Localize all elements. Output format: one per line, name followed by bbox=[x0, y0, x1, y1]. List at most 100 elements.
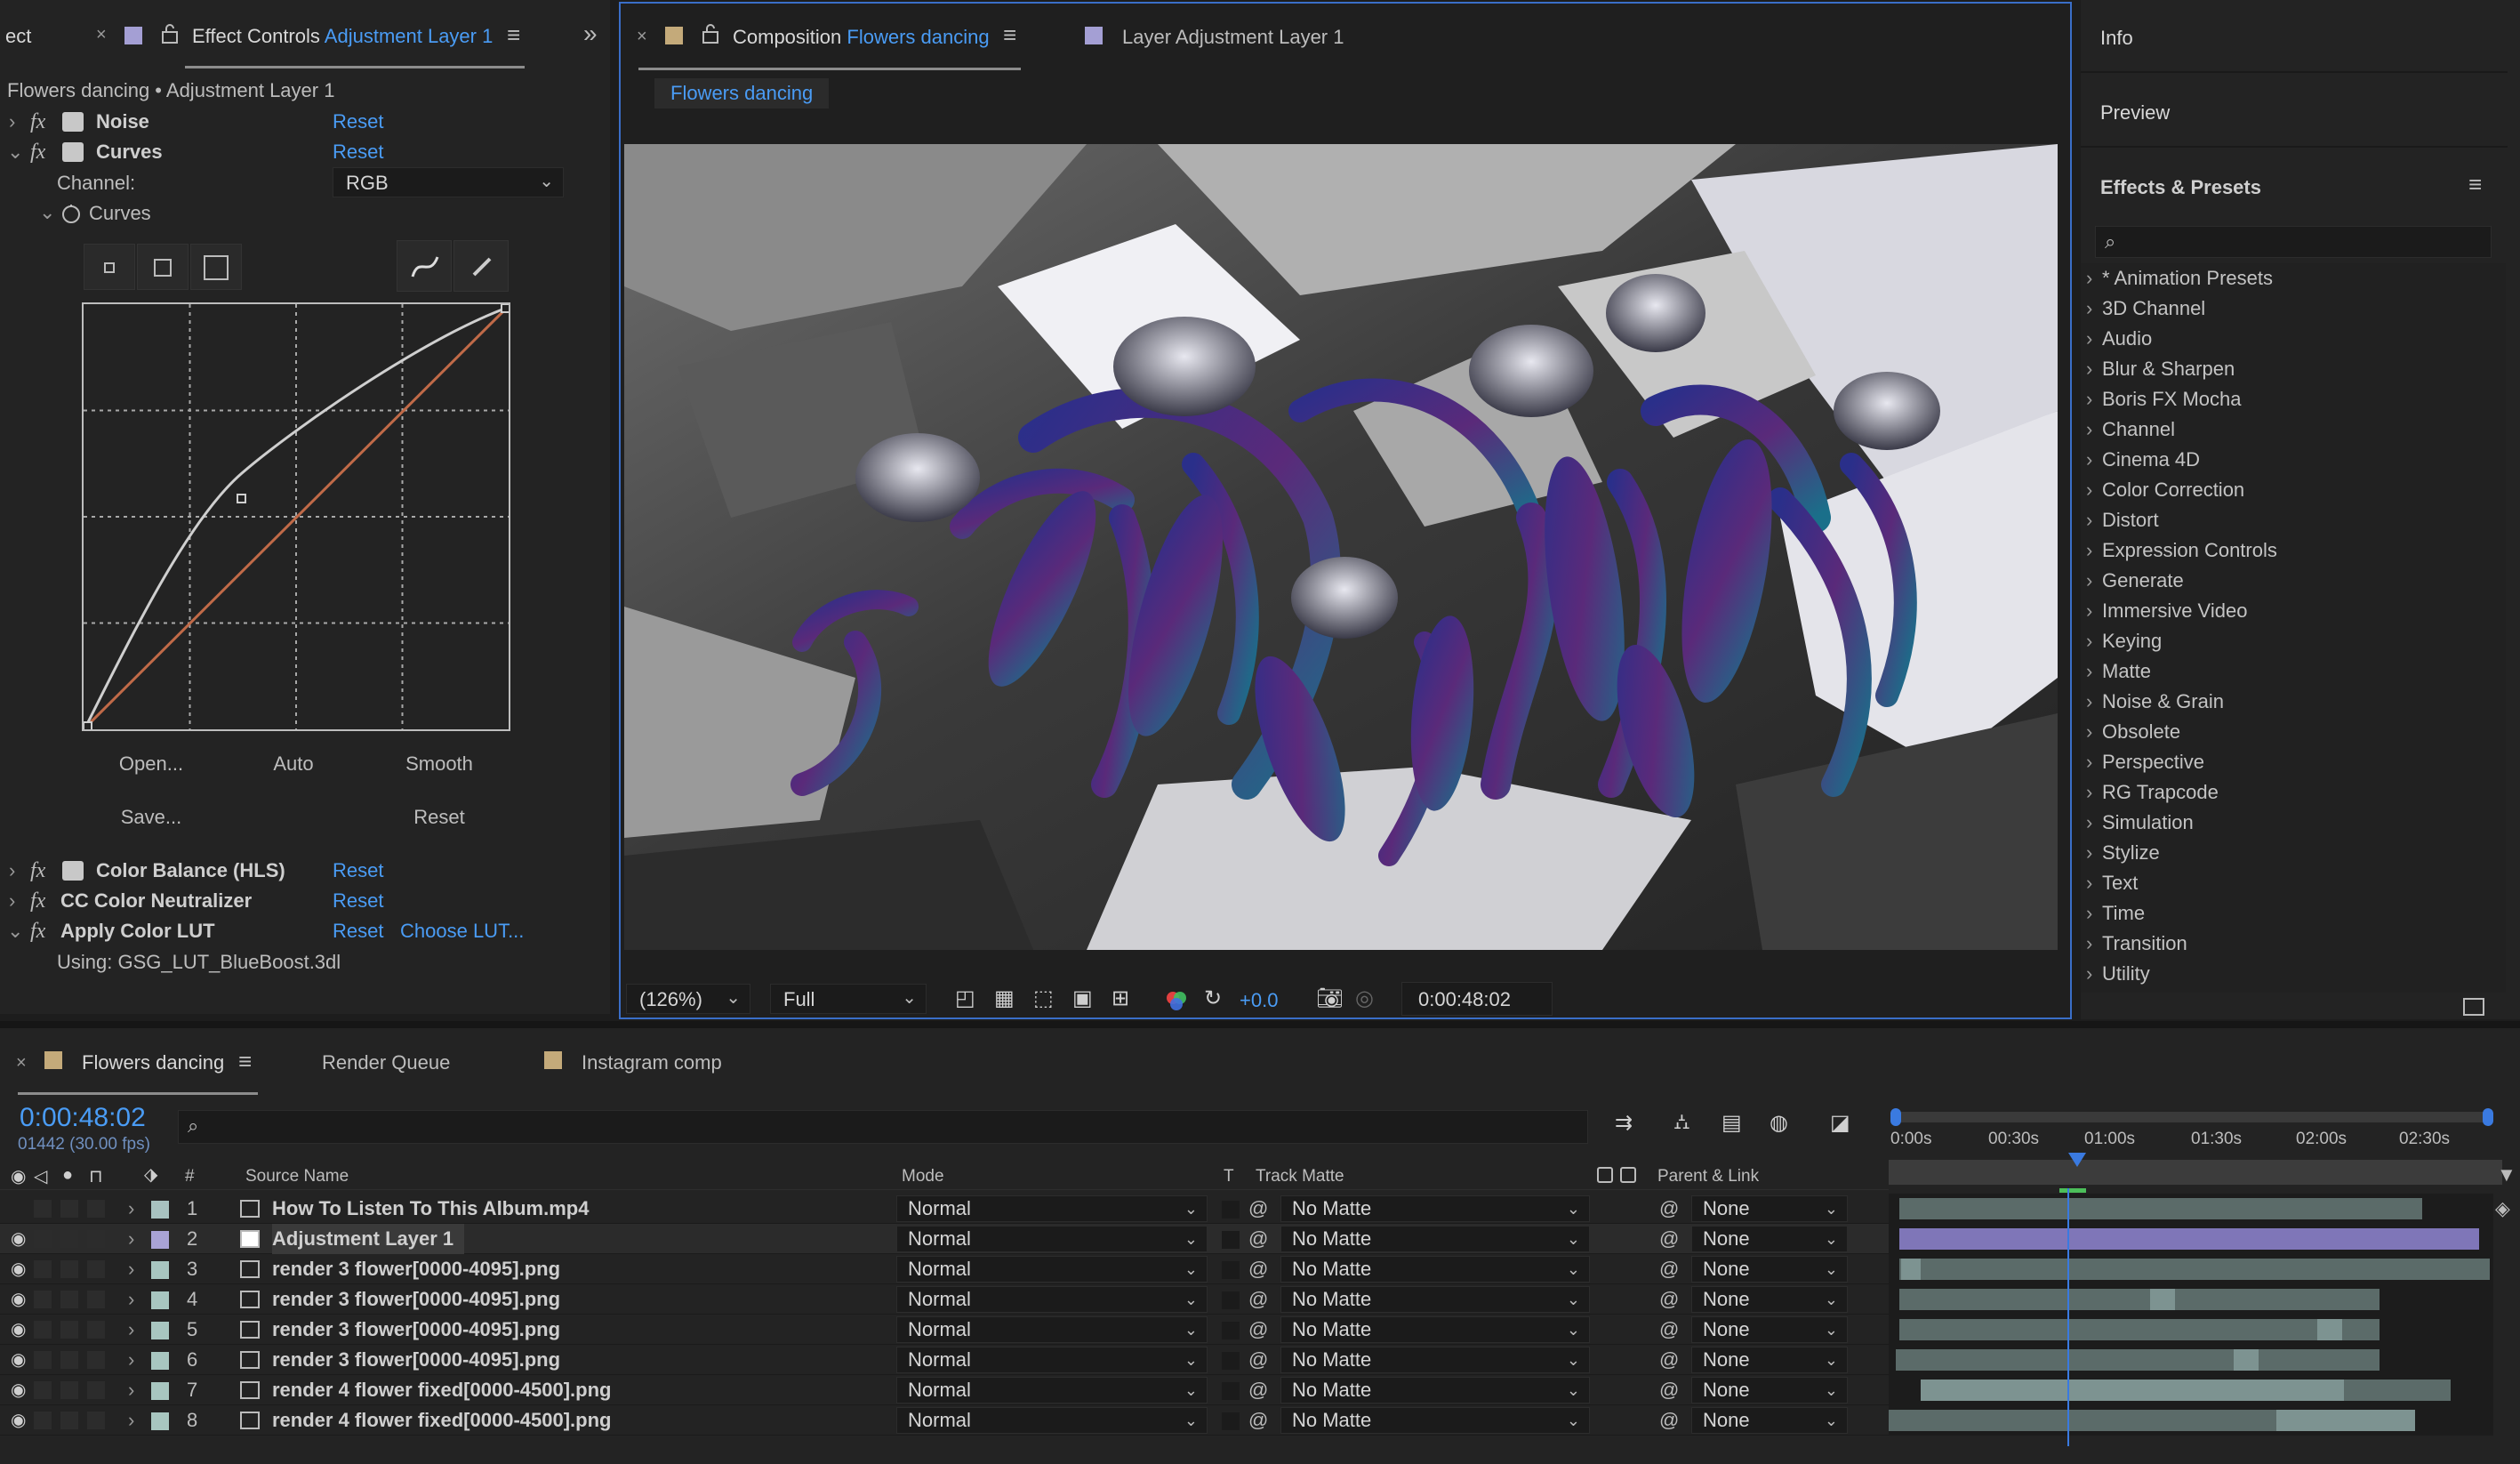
curves-auto-button[interactable]: Auto bbox=[240, 752, 347, 776]
show-snapshot-icon[interactable]: ◎ bbox=[1355, 985, 1374, 1011]
effects-category-item[interactable]: › Channel bbox=[2086, 418, 2175, 441]
layer-mode-select[interactable]: Normal ⌄ bbox=[896, 1407, 1208, 1434]
solo-box[interactable] bbox=[34, 1260, 52, 1278]
close-icon[interactable]: × bbox=[637, 27, 647, 47]
effects-category-item[interactable]: › Keying bbox=[2086, 630, 2162, 653]
shy-box[interactable] bbox=[87, 1291, 105, 1308]
effects-category-item[interactable]: › Immersive Video bbox=[2086, 599, 2247, 623]
shy-box[interactable] bbox=[87, 1200, 105, 1218]
lock-icon[interactable]: ⊓ bbox=[89, 1165, 103, 1187]
layer-source-name[interactable]: How To Listen To This Album.mp4 bbox=[272, 1194, 589, 1224]
column-parent-link[interactable]: Parent & Link bbox=[1657, 1167, 1759, 1186]
matte-pickwhip-icon[interactable]: @ bbox=[1248, 1375, 1268, 1405]
chevron-right-icon[interactable]: › bbox=[9, 859, 15, 882]
preserve-transparency-box[interactable] bbox=[1222, 1322, 1240, 1339]
effects-category-item[interactable]: › Color Correction bbox=[2086, 479, 2244, 502]
tab-instagram-comp[interactable]: Instagram comp bbox=[582, 1051, 722, 1074]
curves-save-button[interactable]: Save... bbox=[98, 806, 205, 829]
track-matte-select[interactable]: No Matte ⌄ bbox=[1280, 1347, 1590, 1373]
parent-select[interactable]: None ⌄ bbox=[1691, 1377, 1848, 1404]
comp-flowchart-icon[interactable]: ⇉ bbox=[1615, 1110, 1633, 1136]
resize-handle-icon[interactable] bbox=[2463, 998, 2484, 1016]
label-color-swatch[interactable] bbox=[151, 1261, 169, 1279]
layer-duration-bar[interactable] bbox=[1899, 1319, 2380, 1340]
effect-row-apply-color-lut[interactable]: ⌄ fx Apply Color LUT Reset Choose LUT... bbox=[0, 916, 610, 946]
effects-category-item[interactable]: › Stylize bbox=[2086, 841, 2160, 865]
lock-box[interactable] bbox=[60, 1381, 78, 1399]
layer-mode-select[interactable]: Normal ⌄ bbox=[896, 1226, 1208, 1252]
column-mode[interactable]: Mode bbox=[902, 1167, 944, 1186]
layer-mode-select[interactable]: Normal ⌄ bbox=[896, 1286, 1208, 1313]
chevron-right-icon[interactable]: › bbox=[128, 1375, 134, 1405]
parent-select[interactable]: None ⌄ bbox=[1691, 1256, 1848, 1283]
layer-row[interactable]: ◉ › 5 render 3 flower[0000-4095].png Normal ⌄… bbox=[0, 1315, 1889, 1345]
work-area-end[interactable] bbox=[2483, 1108, 2493, 1126]
solo-box[interactable] bbox=[34, 1230, 52, 1248]
eye-icon[interactable]: ◉ bbox=[11, 1284, 26, 1315]
track-matte-select[interactable]: No Matte ⌄ bbox=[1280, 1226, 1590, 1252]
eye-icon[interactable]: ◉ bbox=[11, 1254, 26, 1284]
parent-pickwhip-icon[interactable]: @ bbox=[1659, 1375, 1679, 1405]
layer-duration-bar[interactable] bbox=[1899, 1289, 2380, 1310]
solo-box[interactable] bbox=[34, 1321, 52, 1339]
panel-menu-icon[interactable]: ≡ bbox=[507, 21, 520, 49]
region-of-interest-icon[interactable]: ▣ bbox=[1072, 985, 1093, 1011]
curve-size-large-button[interactable] bbox=[190, 244, 242, 290]
chevron-down-icon[interactable]: ⌄ bbox=[7, 141, 23, 164]
parent-select[interactable]: None ⌄ bbox=[1691, 1226, 1848, 1252]
layer-active-segment[interactable] bbox=[2317, 1319, 2342, 1340]
solo-box[interactable] bbox=[34, 1291, 52, 1308]
parent-pickwhip-icon[interactable]: @ bbox=[1659, 1315, 1679, 1345]
work-area-bar[interactable] bbox=[1896, 1112, 2492, 1122]
eye-icon[interactable]: ◉ bbox=[11, 1375, 26, 1405]
work-area-start[interactable] bbox=[1890, 1108, 1901, 1126]
chevron-down-icon[interactable]: ⌄ bbox=[39, 201, 55, 224]
effects-category-item[interactable]: › Distort bbox=[2086, 509, 2159, 532]
preserve-transparency-box[interactable] bbox=[1222, 1412, 1240, 1430]
channel-select[interactable]: RGB ⌄ bbox=[333, 167, 564, 197]
graph-editor-icon[interactable]: ◪ bbox=[1830, 1110, 1850, 1136]
effect-row-cc-color-neutralizer[interactable]: › fx CC Color Neutralizer Reset bbox=[0, 886, 610, 916]
effects-category-item[interactable]: › Generate bbox=[2086, 569, 2184, 592]
preview-panel-tab[interactable]: Preview bbox=[2100, 101, 2170, 125]
color-channels-icon[interactable] bbox=[1165, 989, 1188, 1017]
layer-source-name[interactable]: render 3 flower[0000-4095].png bbox=[272, 1284, 560, 1315]
column-track-matte[interactable]: Track Matte bbox=[1256, 1167, 1344, 1186]
curve-size-small-button[interactable] bbox=[84, 244, 135, 290]
layer-source-name[interactable]: Adjustment Layer 1 bbox=[272, 1224, 465, 1254]
chevron-right-icon[interactable]: › bbox=[128, 1254, 134, 1284]
transparency-grid-icon[interactable]: ▦ bbox=[994, 985, 1015, 1011]
resolution-select[interactable]: Full ⌄ bbox=[770, 984, 927, 1014]
panel-menu-icon[interactable]: ≡ bbox=[2468, 171, 2482, 198]
effects-category-item[interactable]: › Audio bbox=[2086, 327, 2152, 350]
pencil-tool-button[interactable] bbox=[453, 240, 509, 292]
layer-active-segment[interactable] bbox=[2234, 1349, 2259, 1371]
matte-toggle-icon[interactable] bbox=[1597, 1167, 1613, 1183]
track-matte-select[interactable]: No Matte ⌄ bbox=[1280, 1377, 1590, 1404]
solo-box[interactable] bbox=[34, 1351, 52, 1369]
layer-row[interactable]: ◉ › 7 render 4 flower fixed[0000-4500].png N… bbox=[0, 1375, 1889, 1405]
fx-icon[interactable]: fx bbox=[30, 889, 45, 913]
preserve-transparency-box[interactable] bbox=[1222, 1382, 1240, 1400]
effects-category-item[interactable]: › Boris FX Mocha bbox=[2086, 388, 2242, 411]
effects-category-item[interactable]: › * Animation Presets bbox=[2086, 267, 2273, 290]
chevron-right-icon[interactable]: › bbox=[128, 1405, 134, 1436]
parent-pickwhip-icon[interactable]: @ bbox=[1659, 1194, 1679, 1224]
layer-active-segment[interactable] bbox=[1901, 1259, 1921, 1280]
shy-box[interactable] bbox=[87, 1381, 105, 1399]
reset-link[interactable]: Reset bbox=[333, 920, 383, 943]
effects-search-input[interactable]: ⌕ bbox=[2095, 226, 2492, 258]
chevron-right-icon[interactable]: › bbox=[128, 1284, 134, 1315]
fx-icon[interactable]: fx bbox=[30, 110, 45, 134]
parent-pickwhip-icon[interactable]: @ bbox=[1659, 1405, 1679, 1436]
lock-box[interactable] bbox=[60, 1412, 78, 1429]
reset-link[interactable]: Reset bbox=[333, 859, 383, 882]
parent-pickwhip-icon[interactable]: @ bbox=[1659, 1254, 1679, 1284]
parent-select[interactable]: None ⌄ bbox=[1691, 1195, 1848, 1222]
chevron-down-icon[interactable]: ⌄ bbox=[7, 920, 23, 943]
layer-mode-select[interactable]: Normal ⌄ bbox=[896, 1195, 1208, 1222]
layer-row[interactable]: ◉ › 4 render 3 flower[0000-4095].png Normal ⌄… bbox=[0, 1284, 1889, 1315]
shy-box[interactable] bbox=[87, 1260, 105, 1278]
info-panel-tab[interactable]: Info bbox=[2100, 27, 2133, 50]
frame-blending-icon[interactable]: ▤ bbox=[1721, 1110, 1742, 1136]
